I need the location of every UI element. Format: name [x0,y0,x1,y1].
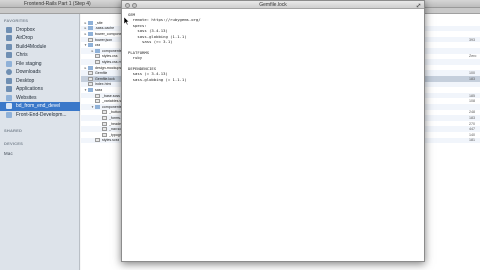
file-size: 183 [469,115,475,120]
sidebar-item-label: Front-End-Developm... [16,111,67,118]
file-size: 140 [469,132,475,137]
file-name: css [95,43,101,48]
sidebar-item-icon [6,43,12,50]
file-size: 181 [469,138,475,143]
sidebar-item-icon [6,111,12,118]
sidebar-item-mac[interactable]: Mac [4,151,13,156]
file-name: components [102,48,122,53]
file-name: .sass-cache [95,26,115,31]
file-icon [88,82,93,87]
folder-icon [95,48,100,53]
file-icon [95,59,100,64]
sidebar-item-icon [6,35,12,41]
file-name: _base.scss [102,93,120,98]
editor-titlebar[interactable]: Gemfile.lock [122,1,424,9]
folder-icon [88,43,93,48]
editor-title: Gemfile.lock [259,2,287,8]
sidebar-item-label: Build4Module [16,43,47,50]
gemfile-lock-window: Gemfile.lock GEM remote: https://rubygem… [121,0,425,262]
sidebar-item-icon [6,103,12,109]
sidebar-item-label: bd_from_end_devel [16,103,61,109]
sidebar-item-icon [6,86,12,92]
file-name: design-mockups [95,65,122,70]
file-icon [102,132,107,137]
sidebar-item-label: Websites [16,94,37,101]
sidebar-item-label: AirDrop [16,35,33,41]
folder-icon [88,31,93,36]
file-icon [102,127,107,132]
file-size: 183 [469,76,475,81]
file-size: 270 [469,121,475,126]
file-name: bower.json [95,37,113,42]
sidebar-item-label: File staging [16,60,42,67]
file-icon [88,76,93,81]
sidebar-item-icon [6,77,12,84]
folder-icon [88,65,93,70]
file-icon [102,115,107,120]
file-size: 248 [469,110,475,115]
finder-sidebar: FAVORITES Dropbox AirDrop Build4Module Chri… [0,14,80,270]
file-name: Gemfile [95,71,108,76]
file-icon [88,71,93,76]
folder-icon [88,26,93,31]
file-name: Gemfile.lock [95,76,115,81]
file-name: index.html [95,82,112,87]
sidebar-item-icon [6,60,12,67]
file-size: 185 [469,93,475,98]
file-size: 447 [469,127,475,132]
folder-icon [88,20,93,25]
file-icon [102,110,107,115]
file-name: components [102,104,122,109]
finder-title: Frontend-Rails Part 1 (Step 4) [24,1,91,7]
file-size: Zero [469,54,477,59]
file-name: sass [95,87,103,92]
file-size: 100 [469,71,475,76]
file-name: _site [95,20,103,25]
editor-line: sass-globbing (= 1.1.1) [128,76,187,82]
file-icon [95,54,100,59]
sidebar-item-label: Applications [16,86,43,92]
file-icon [95,99,100,104]
sidebar-item-icon [6,26,12,33]
file-icon [95,138,100,143]
devices-heading: DEVICES [4,141,23,146]
folder-icon [95,104,100,109]
sidebar-item-label: Dropbox [16,26,35,33]
sidebar-item[interactable]: Front-End-Developm... [0,110,80,119]
sidebar-item-icon [6,52,12,58]
file-name: styles.scss [102,138,120,143]
file-name: styles.css [102,54,118,59]
shared-heading: SHARED [4,128,23,133]
sidebar-item-icon [6,69,12,75]
mouse-pointer-icon [124,17,130,25]
folder-icon [88,87,93,92]
sidebar-item-label: Desktop [16,77,35,84]
fullscreen-icon[interactable] [416,3,421,8]
file-icon [88,37,93,42]
file-size: 108 [469,99,475,104]
file-icon [95,93,100,98]
favorites-heading: FAVORITES [4,18,29,23]
file-icon [102,121,107,126]
sidebar-item-label: Downloads [16,69,41,75]
editor-text-area[interactable]: GEM remote: https://rubygems.org/ specs:… [128,12,418,82]
sidebar-item-icon [6,94,12,101]
file-size: 393 [469,37,475,42]
sidebar-item-label: Chris [16,52,28,58]
